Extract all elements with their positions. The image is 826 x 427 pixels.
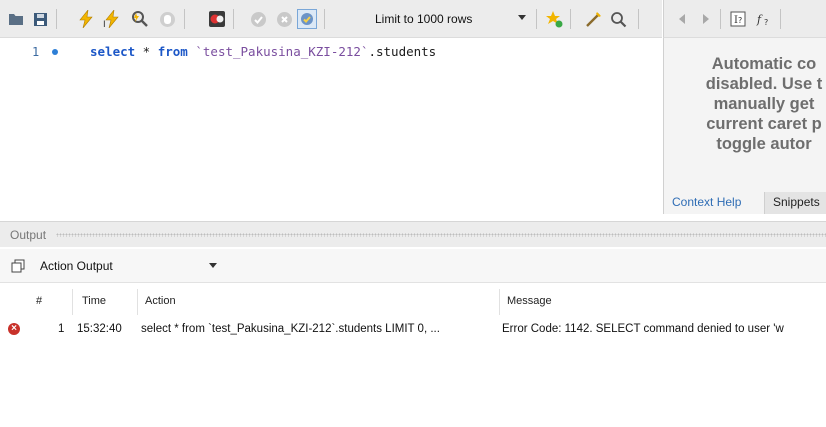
keyword-token: from	[157, 44, 188, 59]
output-grid-header: # Time Action Message	[0, 289, 826, 315]
output-type-value: Action Output	[40, 259, 113, 273]
schema-token: `test_Pakusina_KZI-212`	[195, 44, 369, 59]
help-toolbar: I? f?	[663, 0, 826, 38]
context-help-message: Automatic co disabled. Use t manually ge…	[664, 54, 826, 154]
rollback-icon[interactable]	[274, 9, 294, 29]
chevron-down-icon	[209, 263, 217, 268]
help-line: toggle autor	[716, 135, 812, 153]
favorite-add-icon[interactable]	[544, 9, 564, 29]
snippet-icon[interactable]: f?	[754, 9, 774, 29]
forward-arrow-icon[interactable]	[696, 9, 716, 29]
resize-grip[interactable]	[56, 233, 826, 237]
limit-rows-select[interactable]: Limit to 1000 rows	[371, 9, 530, 29]
sql-editor[interactable]: 1 select * from `test_Pakusina_KZI-212`.…	[0, 38, 662, 214]
commit-icon[interactable]	[248, 9, 268, 29]
output-type-select[interactable]: Action Output	[36, 257, 221, 275]
table-row[interactable]: × 1 15:32:40 select * from `test_Pakusin…	[0, 318, 826, 342]
beautify-icon[interactable]	[584, 9, 604, 29]
col-header-num[interactable]: #	[36, 295, 42, 307]
col-header-time[interactable]: Time	[82, 295, 106, 307]
execute-statement-icon[interactable]: I	[102, 9, 122, 29]
line-number: 1	[32, 45, 40, 59]
row-action: select * from `test_Pakusina_KZI-212`.st…	[141, 323, 440, 335]
col-header-action[interactable]: Action	[145, 295, 176, 307]
execute-icon[interactable]	[76, 9, 96, 29]
find-icon[interactable]	[608, 9, 628, 29]
table-token: .students	[368, 44, 437, 59]
row-message: Error Code: 1142. SELECT command denied …	[502, 323, 784, 335]
output-panel-header: Output	[0, 221, 826, 247]
chevron-down-icon	[518, 15, 526, 20]
help-line: disabled. Use t	[705, 75, 823, 93]
copy-icon[interactable]	[11, 259, 25, 273]
help-line: current caret p	[706, 115, 822, 133]
keyword-token: select	[90, 44, 136, 59]
svg-text:?: ?	[738, 16, 742, 25]
toggle-error-icon[interactable]	[207, 9, 227, 29]
stop-icon[interactable]	[157, 9, 177, 29]
col-header-message[interactable]: Message	[507, 295, 552, 307]
open-folder-icon[interactable]	[6, 9, 26, 29]
context-help-icon[interactable]: I?	[728, 9, 748, 29]
editor-toolbar: I Limit to 1000 rows	[0, 0, 662, 38]
row-time: 15:32:40	[77, 323, 122, 335]
statement-marker-icon	[52, 49, 58, 55]
svg-text:?: ?	[764, 18, 768, 27]
star-token: *	[135, 44, 158, 59]
sql-code-line[interactable]: select * from `test_Pakusina_KZI-212`.st…	[90, 44, 436, 59]
output-title: Output	[10, 228, 47, 242]
save-icon[interactable]	[30, 9, 50, 29]
workbench-window: I Limit to 1000 rows 1 select * from `te…	[0, 0, 826, 427]
help-tabs: Context Help Snippets	[663, 192, 826, 214]
error-icon: ×	[8, 323, 20, 335]
row-num: 1	[58, 323, 65, 335]
autocommit-icon[interactable]	[297, 9, 317, 29]
context-help-panel: Automatic co disabled. Use t manually ge…	[663, 38, 826, 214]
svg-text:f: f	[756, 13, 763, 26]
output-toolbar: Action Output	[0, 249, 826, 283]
limit-rows-value: Limit to 1000 rows	[375, 12, 473, 26]
help-line: Automatic co	[711, 55, 817, 73]
explain-icon[interactable]	[130, 9, 150, 29]
help-line: manually get	[713, 95, 815, 113]
svg-text:I: I	[103, 20, 106, 28]
tab-context-help[interactable]: Context Help	[664, 192, 749, 214]
back-arrow-icon[interactable]	[672, 9, 692, 29]
tab-snippets[interactable]: Snippets	[764, 192, 826, 214]
